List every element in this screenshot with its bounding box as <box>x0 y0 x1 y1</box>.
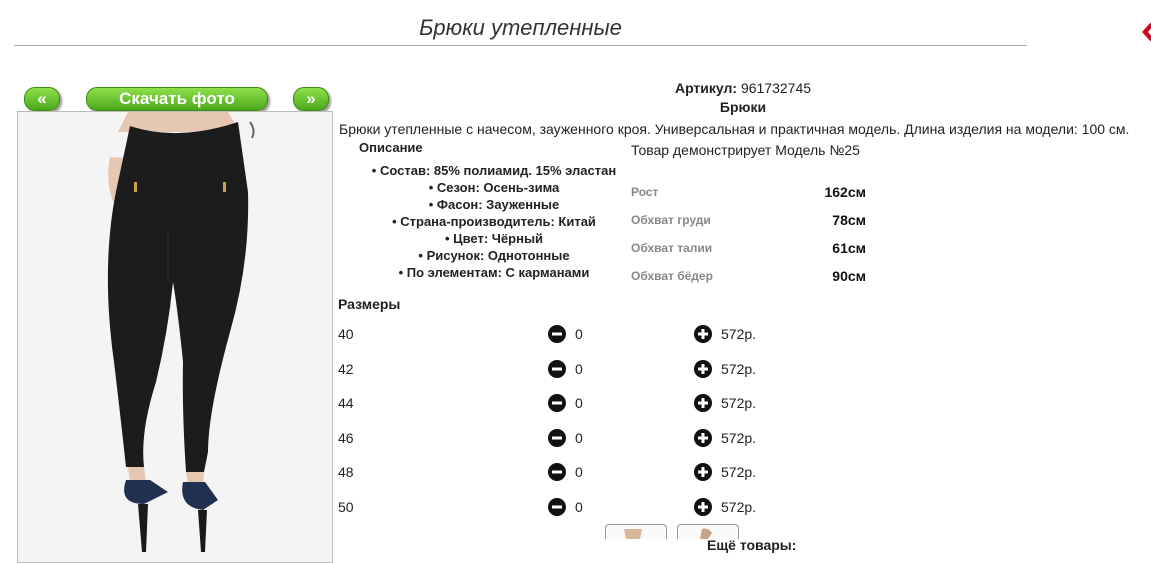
quantity-value: 0 <box>575 499 583 515</box>
measurement-value: 61см <box>832 240 866 256</box>
minus-icon[interactable] <box>548 360 566 378</box>
description-list: Состав: 85% полиамид. 15% эластан Сезон:… <box>338 162 650 281</box>
size-label: 48 <box>338 464 354 480</box>
plus-icon[interactable] <box>694 463 712 481</box>
article-label: Артикул: <box>674 80 738 96</box>
quantity-value: 0 <box>575 395 583 411</box>
description-item: Цвет: Чёрный <box>338 230 650 247</box>
measurement-row: Рост 162см <box>631 184 871 200</box>
minus-icon[interactable] <box>548 429 566 447</box>
quantity-value: 0 <box>575 430 583 446</box>
next-photo-button[interactable]: » <box>293 87 329 111</box>
description-item: Состав: 85% полиамид. 15% эластан <box>338 162 650 179</box>
price-value: 572р. <box>721 361 757 377</box>
page-title: Брюки утепленные <box>419 15 622 40</box>
related-thumbnail[interactable] <box>605 524 667 539</box>
product-photo[interactable] <box>17 111 333 563</box>
close-icon[interactable] <box>1139 16 1151 48</box>
description-item: Фасон: Зауженные <box>338 196 650 213</box>
more-products-heading: Ещё товары: <box>707 537 797 553</box>
size-row: 42 0 572р. <box>338 360 778 381</box>
size-label: 44 <box>338 395 354 411</box>
model-heading: Товар демонстрирует Модель №25 <box>631 142 860 158</box>
measurement-label: Рост <box>631 185 659 199</box>
thumbnail-image <box>624 529 642 539</box>
quantity-value: 0 <box>575 326 583 342</box>
description-heading: Описание <box>359 140 423 155</box>
description-item: Страна-производитель: Китай <box>338 213 650 230</box>
measurement-row: Обхват бёдер 90см <box>631 268 871 284</box>
size-row: 44 0 572р. <box>338 394 778 415</box>
product-type: Брюки <box>719 99 767 115</box>
article-value: 961732745 <box>740 80 812 96</box>
plus-icon[interactable] <box>694 394 712 412</box>
price-value: 572р. <box>721 499 757 515</box>
article-line: Артикул: 961732745 <box>560 80 926 96</box>
price-value: 572р. <box>721 326 757 342</box>
size-label: 46 <box>338 430 354 446</box>
description-item: Рисунок: Однотонные <box>338 247 650 264</box>
plus-icon[interactable] <box>694 325 712 343</box>
size-label: 42 <box>338 361 354 377</box>
plus-icon[interactable] <box>694 429 712 447</box>
minus-icon[interactable] <box>548 394 566 412</box>
plus-icon[interactable] <box>694 498 712 516</box>
sizes-heading: Размеры <box>338 296 401 312</box>
measurement-value: 90см <box>832 268 866 284</box>
minus-icon[interactable] <box>548 463 566 481</box>
download-photo-button[interactable]: Скачать фото <box>86 87 268 111</box>
title-divider <box>14 45 1027 46</box>
measurement-value: 162см <box>824 184 866 200</box>
measurement-row: Обхват талии 61см <box>631 240 871 256</box>
measurement-row: Обхват груди 78см <box>631 212 871 228</box>
plus-icon[interactable] <box>694 360 712 378</box>
product-description: Брюки утепленные с начесом, зауженного к… <box>339 121 1130 137</box>
size-label: 40 <box>338 326 354 342</box>
measurement-label: Обхват бёдер <box>631 269 713 283</box>
price-value: 572р. <box>721 395 757 411</box>
size-row: 40 0 572р. <box>338 325 778 346</box>
minus-icon[interactable] <box>548 498 566 516</box>
product-photo-image <box>18 112 332 562</box>
price-value: 572р. <box>721 464 757 480</box>
minus-icon[interactable] <box>548 325 566 343</box>
price-value: 572р. <box>721 430 757 446</box>
size-row: 50 0 572р. <box>338 498 778 519</box>
measurement-label: Обхват талии <box>631 241 713 255</box>
quantity-value: 0 <box>575 464 583 480</box>
size-row: 48 0 572р. <box>338 463 778 484</box>
description-item: Сезон: Осень-зима <box>338 179 650 196</box>
description-item: По элементам: С карманами <box>338 264 650 281</box>
size-label: 50 <box>338 499 354 515</box>
prev-photo-button[interactable]: « <box>24 87 60 111</box>
size-row: 46 0 572р. <box>338 429 778 450</box>
quantity-value: 0 <box>575 361 583 377</box>
measurement-value: 78см <box>832 212 866 228</box>
measurement-label: Обхват груди <box>631 213 711 227</box>
